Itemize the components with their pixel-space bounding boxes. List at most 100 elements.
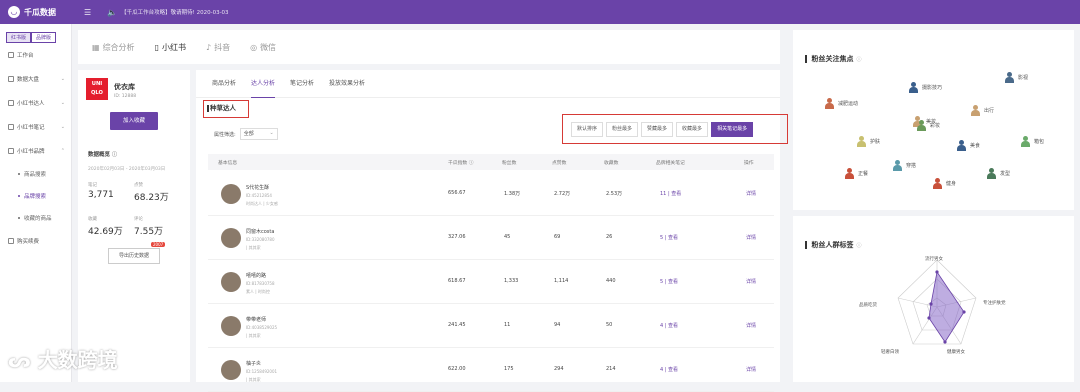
- header-index[interactable]: 千瓜指数 ⓘ: [448, 159, 474, 166]
- person-icon: [857, 136, 866, 147]
- stat-comments: 评论 7.55万: [134, 216, 163, 237]
- tab-overall[interactable]: ▦ 综合分析: [92, 42, 135, 53]
- cell-op[interactable]: 详情: [746, 234, 756, 241]
- kol-name[interactable]: S代花生酥: [246, 184, 269, 191]
- brand-logo: UNI QLO: [86, 78, 108, 100]
- logo-icon: ◡: [8, 6, 20, 18]
- sidebar-item-label: 小红书达人: [17, 101, 45, 107]
- sort-favorites-button[interactable]: 收藏最多: [676, 121, 709, 137]
- focus-label: 彩妆: [930, 123, 941, 129]
- person-icon: [957, 140, 966, 151]
- sidebar: 红书版 品牌版 工作台 数据大盘 ⌄ 小红书达人 ⌄ 小红书笔记 ⌄ 小红书品牌 ⌃ 商…: [0, 24, 72, 382]
- fan-focus-title: 粉丝关注焦点 ⓘ: [805, 54, 862, 64]
- kol-name[interactable]: 同窗木costa: [246, 228, 274, 235]
- kol-name[interactable]: 带带老师: [246, 316, 266, 323]
- tab-wechat[interactable]: ◎ 微信: [250, 42, 276, 53]
- attribute-select[interactable]: 全部: [239, 128, 278, 140]
- person-icon: [893, 160, 902, 171]
- tab-xiaohongshu[interactable]: ▯ 小红书: [155, 42, 186, 53]
- tab-kol-analysis[interactable]: 达人分析: [251, 70, 276, 98]
- focus-item: 正餐: [845, 168, 868, 179]
- stat-value: 42.69万: [88, 227, 123, 237]
- avatar[interactable]: [221, 316, 241, 336]
- sidebar-item-brand[interactable]: 小红书品牌 ⌃: [0, 139, 71, 163]
- cell-likes: 94: [554, 322, 561, 328]
- person-icon: [845, 168, 854, 179]
- cell-fans: 1,333: [504, 278, 519, 284]
- grid-icon: ▦: [92, 42, 100, 52]
- cell-op[interactable]: 详情: [746, 322, 756, 329]
- notice-text[interactable]: 【千瓜工作台攻略】敬请期待! 2020-03-03: [121, 8, 228, 16]
- person-icon: [1021, 136, 1030, 147]
- header-fans[interactable]: 粉丝数: [502, 159, 516, 166]
- switch-brand[interactable]: 品牌版: [31, 32, 57, 43]
- app-logo[interactable]: ◡ 千瓜数据: [8, 6, 84, 18]
- sort-engagement-button[interactable]: 赞藏最多: [641, 121, 674, 137]
- header-basic: 基本信息: [218, 161, 238, 166]
- tab-product-analysis[interactable]: 商品分析: [212, 70, 236, 98]
- main-panel: 商品分析 达人分析 笔记分析 投放效果分析 种草达人 属性筛选: 全部 默认排序…: [196, 70, 788, 392]
- cell-notes[interactable]: 5 | 查看: [660, 278, 678, 285]
- person-icon: [1005, 72, 1014, 83]
- header-favorites[interactable]: 收藏数: [604, 159, 618, 166]
- sidebar-item-notes[interactable]: 小红书笔记 ⌄: [0, 115, 71, 139]
- sidebar-sub-favorites[interactable]: 收藏的商品: [0, 207, 71, 229]
- cell-notes[interactable]: 5 | 查看: [660, 234, 678, 241]
- cell-op[interactable]: 详情: [746, 190, 756, 197]
- tab-campaign-analysis[interactable]: 投放效果分析: [329, 70, 365, 98]
- cell-idx: 618.67: [448, 278, 466, 284]
- tab-douyin[interactable]: ♪ 抖音: [206, 42, 230, 53]
- cell-op[interactable]: 详情: [746, 278, 756, 285]
- avatar[interactable]: [221, 360, 241, 380]
- sidebar-sub-product[interactable]: 商品搜索: [0, 163, 71, 185]
- sidebar-sub-brand[interactable]: 品牌搜索: [0, 185, 71, 207]
- help-icon[interactable]: ⓘ: [112, 152, 117, 158]
- kol-id: ID:45212854: [246, 193, 272, 198]
- overview-title: 数据概览 ⓘ: [88, 150, 117, 158]
- avatar[interactable]: [221, 184, 241, 204]
- cell-notes[interactable]: 4 | 查看: [660, 322, 678, 329]
- cart-icon: [8, 238, 14, 244]
- sort-default-button[interactable]: 默认排序: [571, 121, 604, 137]
- cell-op[interactable]: 详情: [746, 366, 756, 373]
- avatar[interactable]: [221, 272, 241, 292]
- cell-notes[interactable]: 11 | 查看: [660, 190, 681, 197]
- header-notes: 品牌相关笔记: [656, 161, 685, 166]
- focus-item: 健身: [933, 178, 956, 189]
- sidebar-item-label: 小红书笔记: [17, 125, 45, 131]
- kol-id: ID:332080780: [246, 237, 275, 242]
- collapse-icon[interactable]: ☰: [84, 8, 91, 17]
- sidebar-item-label: 小红书品牌: [17, 149, 45, 155]
- kol-name[interactable]: 嘻嘻的路: [246, 272, 266, 279]
- user-icon: [8, 100, 14, 106]
- avatar[interactable]: [221, 228, 241, 248]
- focus-label: 穿搭: [906, 163, 917, 169]
- sidebar-item-workbench[interactable]: 工作台: [0, 43, 71, 67]
- kol-id: ID:4038529025: [246, 325, 278, 330]
- focus-item: 影视: [1005, 72, 1028, 83]
- focus-item: 穿搭: [893, 160, 916, 171]
- kol-name[interactable]: 柚子炎: [246, 360, 261, 367]
- stat-value: 7.55万: [134, 227, 164, 237]
- switch-redbook[interactable]: 红书版: [6, 32, 32, 43]
- home-icon: [8, 52, 14, 58]
- focus-item: 箱包: [1021, 136, 1044, 147]
- sidebar-item-market[interactable]: 数据大盘 ⌄: [0, 67, 71, 91]
- sort-fans-button[interactable]: 粉丝最多: [606, 121, 639, 137]
- cell-notes[interactable]: 4 | 查看: [660, 366, 678, 373]
- add-favorite-button[interactable]: 加入收藏: [110, 112, 158, 130]
- radar-label: 健康男女: [947, 350, 965, 355]
- sidebar-item-kol[interactable]: 小红书达人 ⌄: [0, 91, 71, 115]
- table-row: 嘻嘻的路 ID:817830758 素人 | 时尚控 618.67 1,333 1,114…: [208, 260, 774, 304]
- sort-notes-button[interactable]: 相关笔记最多: [711, 121, 754, 137]
- watermark: ᔕ 大数跨境: [8, 348, 118, 372]
- sidebar-item-purchase[interactable]: 购买续费: [0, 229, 71, 253]
- export-history-button[interactable]: 导出历史数据: [108, 248, 160, 264]
- tab-note-analysis[interactable]: 笔记分析: [290, 70, 314, 98]
- person-icon: [909, 82, 918, 93]
- header-likes[interactable]: 点赞数: [552, 159, 566, 166]
- help-icon[interactable]: ⓘ: [857, 56, 862, 63]
- book-icon: ▯: [154, 42, 159, 52]
- radar-label: 轻奢白领: [881, 350, 899, 355]
- cell-likes: 294: [554, 366, 564, 372]
